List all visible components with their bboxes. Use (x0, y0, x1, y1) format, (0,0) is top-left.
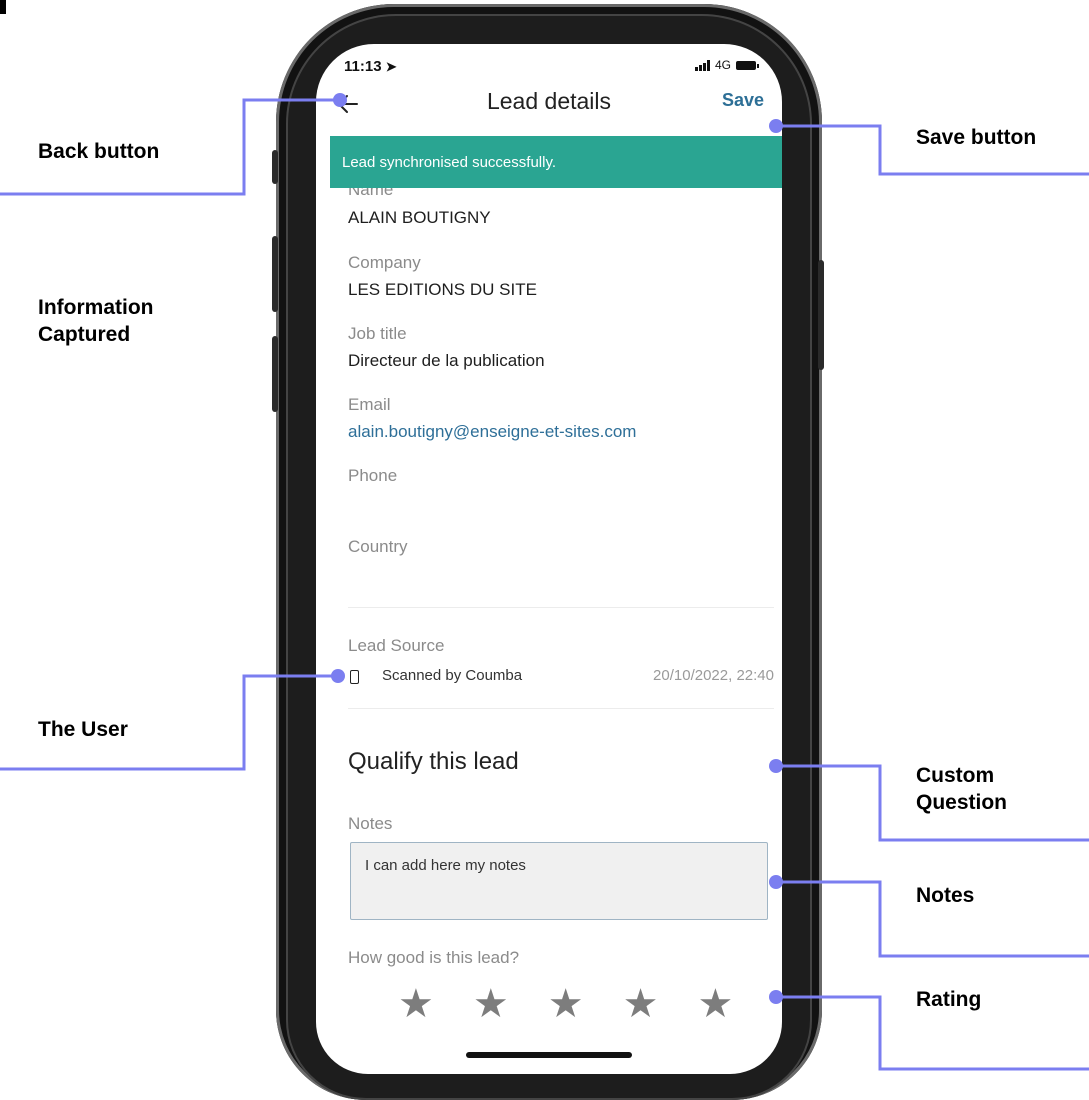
star-icon[interactable]: ★ (623, 984, 659, 1024)
save-button[interactable]: Save (722, 90, 764, 111)
company-label: Company (348, 253, 421, 272)
status-time: 11:13 ➤ (344, 58, 397, 75)
custom-annotation-line1: Custom (916, 764, 995, 787)
name-value[interactable]: ALAIN BOUTIGNY (348, 208, 491, 228)
user-annotation: The User (38, 718, 128, 741)
star-icon[interactable]: ★ (697, 984, 733, 1024)
notes-text: I can add here my notes (365, 857, 526, 874)
status-indicators: 4G (694, 58, 759, 72)
battery-icon (736, 60, 759, 70)
notes-annotation: Notes (916, 884, 975, 907)
star-icon[interactable]: ★ (548, 984, 584, 1024)
phone-label: Phone (348, 466, 398, 485)
location-arrow-icon: ➤ (385, 59, 397, 74)
volume-up-button (272, 236, 278, 312)
network-label: 4G (714, 58, 731, 72)
scan-date: 20/10/2022, 22:40 (653, 667, 774, 684)
rating-question: How good is this lead? (348, 948, 520, 967)
sync-success-banner: Lead synchronised successfully. (330, 136, 782, 188)
custom-annotation-line2: Question (916, 791, 1008, 814)
save-button-annotation: Save button (916, 126, 1037, 149)
page-title: Lead details (486, 88, 612, 114)
banner-message: Lead synchronised successfully. (342, 153, 556, 171)
email-value[interactable]: alain.boutigny@enseigne-et-sites.com (348, 422, 636, 442)
job-title-label: Job title (348, 324, 407, 343)
country-label: Country (348, 537, 408, 556)
information-annotation-line1: Information (38, 296, 154, 319)
power-button (818, 260, 824, 370)
company-value[interactable]: LES EDITIONS DU SITE (348, 280, 537, 300)
home-indicator (466, 1052, 632, 1058)
signal-icon (694, 59, 710, 71)
status-time-text: 11:13 (344, 58, 382, 75)
information-captured-annotation: Information Captured (38, 294, 154, 348)
section-divider (348, 607, 774, 608)
job-title-value[interactable]: Directeur de la publication (348, 351, 545, 371)
qualify-title: Qualify this lead (348, 748, 519, 775)
rating-stars[interactable]: ★ ★ ★ ★ ★ (398, 984, 733, 1024)
back-button-annotation: Back button (38, 140, 160, 163)
mute-switch (272, 150, 278, 184)
custom-question-annotation: Custom Question (916, 762, 1007, 816)
information-annotation-line2: Captured (38, 323, 131, 346)
corner-mark (0, 0, 6, 14)
mobile-phone-icon (350, 670, 359, 684)
star-icon[interactable]: ★ (398, 984, 434, 1024)
scanned-by-text: Scanned by Coumba (382, 667, 523, 684)
star-icon[interactable]: ★ (473, 984, 509, 1024)
notes-textarea[interactable]: I can add here my notes (350, 842, 768, 920)
rating-annotation: Rating (916, 988, 982, 1011)
app-screen: 11:13 ➤ 4G Lead details Save Lead synchr… (316, 44, 782, 1074)
email-label: Email (348, 395, 391, 414)
lead-source-label: Lead Source (348, 636, 445, 655)
volume-down-button (272, 336, 278, 412)
notes-label: Notes (348, 814, 393, 833)
section-divider (348, 708, 774, 709)
